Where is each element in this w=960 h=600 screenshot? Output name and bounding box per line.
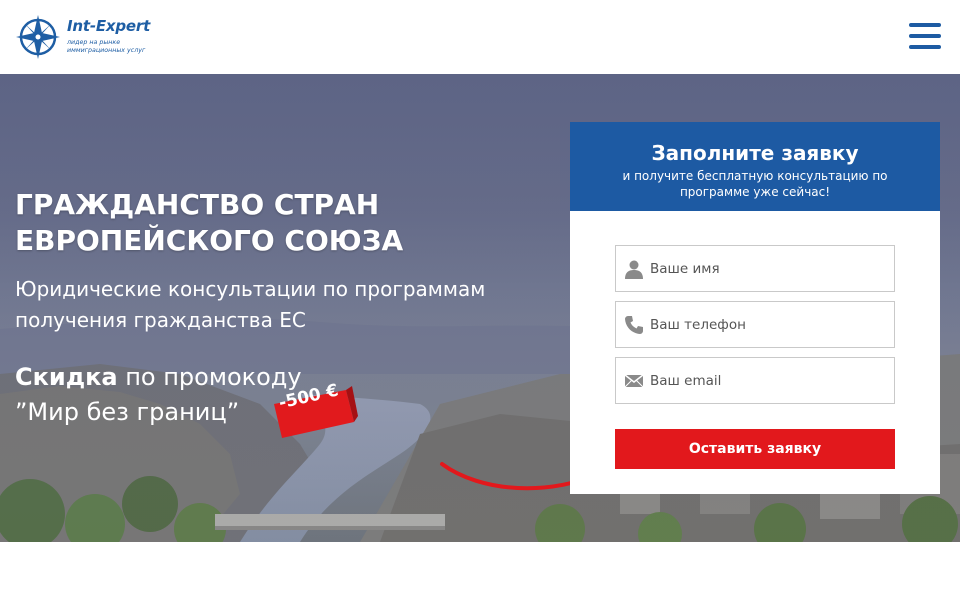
hamburger-menu-icon[interactable]: [907, 22, 943, 50]
logo[interactable]: Int-Expert лидер на рынке иммиграционных…: [16, 15, 156, 61]
submit-button[interactable]: Оставить заявку: [615, 429, 895, 469]
headline-line-1: Гражданство стран: [15, 188, 380, 221]
promo-code: ”Мир без границ”: [15, 398, 240, 426]
user-icon: [625, 260, 643, 279]
phone-field[interactable]: [615, 301, 895, 348]
compass-rose-icon: [16, 15, 60, 59]
subheadline-line-1: Юридические консультации по программам: [15, 277, 486, 301]
logo-tagline: лидер на рынке иммиграционных услуг: [67, 39, 146, 54]
form-subtitle: и получите бесплатную консультацию по пр…: [622, 169, 888, 199]
site-header: Int-Expert лидер на рынке иммиграционных…: [0, 0, 960, 74]
promo-bold: Скидка: [15, 363, 118, 391]
phone-input[interactable]: [650, 302, 890, 347]
envelope-icon: [624, 374, 644, 388]
name-input[interactable]: [650, 246, 890, 291]
application-form: Заполните заявку и получите бесплатную к…: [570, 122, 940, 494]
subheadline-line-2: получения гражданства ЕС: [15, 308, 306, 332]
logo-title: Int-Expert: [67, 17, 151, 35]
page-content-area: [0, 542, 960, 600]
headline-line-2: Европейского Союза: [15, 224, 404, 257]
form-title: Заполните заявку: [651, 141, 859, 165]
hero-section: Гражданство стран Европейского Союза Юри…: [0, 74, 960, 542]
phone-icon: [625, 316, 643, 334]
email-field[interactable]: [615, 357, 895, 404]
email-input[interactable]: [650, 358, 890, 403]
name-field[interactable]: [615, 245, 895, 292]
promo-text: Скидка по промокоду ”Мир без границ”: [15, 360, 302, 430]
hero-subheadline: Юридические консультации по программам п…: [15, 274, 485, 336]
hero-headline: Гражданство стран Европейского Союза: [15, 187, 403, 259]
form-header: Заполните заявку и получите бесплатную к…: [570, 122, 940, 211]
